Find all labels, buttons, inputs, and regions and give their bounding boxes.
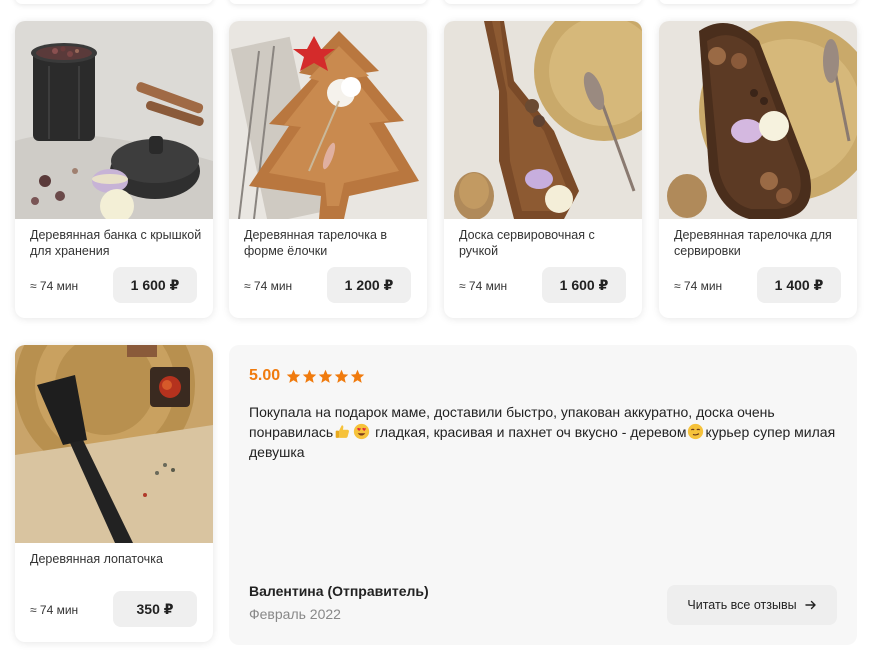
review-author: Валентина (Отправитель)	[249, 583, 429, 599]
star-icon	[350, 369, 365, 383]
price-button[interactable]: 1 600 ₽	[113, 267, 197, 303]
star-icon	[318, 369, 333, 383]
smirk-emoji	[688, 423, 704, 440]
previous-card-edge	[444, 0, 642, 4]
previous-card-edge	[659, 0, 857, 4]
review-date: Февраль 2022	[249, 606, 341, 622]
product-card[interactable]: Деревянная тарелочка в форме ёлочки ≈ 74…	[229, 21, 427, 318]
product-title[interactable]: Деревянная лопаточка	[30, 551, 202, 567]
star-icon	[286, 369, 301, 383]
star-icon	[302, 369, 317, 383]
previous-card-edge	[229, 0, 427, 4]
product-card[interactable]: Деревянная лопаточка ≈ 74 мин 350 ₽	[15, 345, 213, 642]
price-button[interactable]: 1 400 ₽	[757, 267, 841, 303]
product-card[interactable]: Деревянная тарелочка для сервировки ≈ 74…	[659, 21, 857, 318]
read-all-reviews-button[interactable]: Читать все отзывы	[667, 585, 837, 625]
product-title[interactable]: Деревянная тарелочка для сервировки	[674, 227, 846, 259]
price-button[interactable]: 350 ₽	[113, 591, 197, 627]
price-button[interactable]: 1 600 ₽	[542, 267, 626, 303]
delivery-time: ≈ 74 мин	[459, 279, 508, 293]
delivery-time: ≈ 74 мин	[674, 279, 723, 293]
thumbs-up-emoji	[335, 425, 350, 438]
product-image-spatula[interactable]	[15, 345, 213, 543]
previous-card-edge	[15, 0, 213, 4]
review-card: 5.00 Покупала на подарок маме, доставили…	[229, 345, 857, 645]
star-icon	[334, 369, 349, 383]
review-text: Покупала на подарок маме, доставили быст…	[249, 402, 839, 462]
rating-value: 5.00	[249, 367, 281, 384]
product-image-tree-tray[interactable]	[229, 21, 427, 219]
delivery-time: ≈ 74 мин	[30, 603, 79, 617]
product-image-serving-board[interactable]	[444, 21, 642, 219]
product-card[interactable]: Доска сервировочная с ручкой ≈ 74 мин 1 …	[444, 21, 642, 318]
heart-eyes-emoji	[354, 423, 370, 440]
product-title[interactable]: Доска сервировочная с ручкой	[459, 227, 631, 259]
delivery-time: ≈ 74 мин	[244, 279, 293, 293]
product-title[interactable]: Деревянная банка с крышкой для хранения	[30, 227, 202, 259]
product-card[interactable]: Деревянная банка с крышкой для хранения …	[15, 21, 213, 318]
review-text-part: гладкая, красивая и пахнет оч вкусно - д…	[371, 424, 687, 440]
product-image-oval-tray[interactable]	[659, 21, 857, 219]
delivery-time: ≈ 74 мин	[30, 279, 79, 293]
arrow-right-icon	[804, 600, 816, 610]
read-all-reviews-label: Читать все отзывы	[687, 598, 797, 612]
product-image-jar[interactable]	[15, 21, 213, 219]
price-button[interactable]: 1 200 ₽	[327, 267, 411, 303]
review-rating: 5.00	[249, 367, 365, 385]
product-title[interactable]: Деревянная тарелочка в форме ёлочки	[244, 227, 416, 259]
rating-stars	[286, 369, 365, 384]
